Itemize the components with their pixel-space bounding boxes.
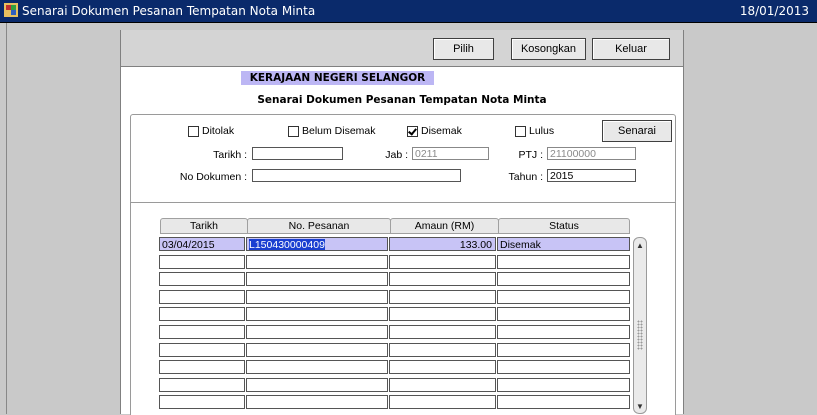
belum-disemak-checkbox-box[interactable] xyxy=(288,125,299,137)
cell-status[interactable]: Disemak xyxy=(497,237,630,251)
cell-no-pesanan[interactable] xyxy=(246,395,388,409)
cell-no-pesanan[interactable] xyxy=(246,255,388,269)
cell-tarikh[interactable] xyxy=(159,307,245,321)
organization-banner: KERAJAAN NEGERI SELANGOR xyxy=(241,71,434,85)
cell-no-pesanan[interactable] xyxy=(246,307,388,321)
tarikh-label: Tarikh : xyxy=(213,149,247,161)
column-header-status: Status xyxy=(498,218,630,234)
no-dokumen-label: No Dokumen : xyxy=(179,171,247,183)
belum-disemak-checkbox[interactable]: Belum Disemak xyxy=(288,125,376,137)
tarikh-field[interactable] xyxy=(252,147,343,160)
pilih-button[interactable]: Pilih xyxy=(433,38,494,60)
filter-panel: Ditolak Belum Disemak Disemak Lulus Sena… xyxy=(130,114,676,204)
cell-tarikh[interactable] xyxy=(159,343,245,357)
cell-tarikh[interactable] xyxy=(159,325,245,339)
title-bar: Senarai Dokumen Pesanan Tempatan Nota Mi… xyxy=(0,0,817,23)
ditolak-label: Ditolak xyxy=(202,125,235,137)
cell-status[interactable] xyxy=(497,255,630,269)
cell-no-pesanan[interactable]: L150430000409 xyxy=(246,237,388,251)
cell-no-pesanan[interactable] xyxy=(246,290,388,304)
cell-amaun[interactable] xyxy=(389,343,496,357)
cell-tarikh[interactable] xyxy=(159,290,245,304)
cell-no-pesanan[interactable] xyxy=(246,378,388,392)
lulus-label: Lulus xyxy=(529,125,555,137)
cell-amaun[interactable] xyxy=(389,360,496,374)
cell-status[interactable] xyxy=(497,378,630,392)
window-title: Senarai Dokumen Pesanan Tempatan Nota Mi… xyxy=(22,4,316,18)
lulus-checkbox[interactable]: Lulus xyxy=(515,125,554,137)
jab-field[interactable]: 0211 xyxy=(412,147,489,160)
left-frame xyxy=(0,23,7,414)
scroll-up-icon[interactable]: ▲ xyxy=(634,239,646,251)
scroll-down-icon[interactable]: ▼ xyxy=(634,400,646,412)
ditolak-checkbox-box[interactable] xyxy=(188,125,199,137)
cell-no-pesanan[interactable] xyxy=(246,272,388,286)
column-header-tarikh: Tarikh xyxy=(160,218,248,234)
cell-tarikh[interactable] xyxy=(159,378,245,392)
cell-status[interactable] xyxy=(497,360,630,374)
cell-status[interactable] xyxy=(497,290,630,304)
window-date: 18/01/2013 xyxy=(739,4,809,18)
senarai-button[interactable]: Senarai xyxy=(602,120,672,142)
ditolak-checkbox[interactable]: Ditolak xyxy=(188,125,234,137)
column-header-amaun: Amaun (RM) xyxy=(390,218,499,234)
cell-amaun[interactable] xyxy=(389,272,496,286)
cell-amaun[interactable]: 133.00 xyxy=(389,237,496,251)
main-panel: Pilih Kosongkan Keluar KERAJAAN NEGERI S… xyxy=(120,30,684,415)
cell-tarikh[interactable] xyxy=(159,360,245,374)
cell-amaun[interactable] xyxy=(389,290,496,304)
no-dokumen-field[interactable] xyxy=(252,169,461,182)
cell-tarikh[interactable] xyxy=(159,255,245,269)
scroll-grip-icon[interactable] xyxy=(637,320,643,350)
kosongkan-button[interactable]: Kosongkan xyxy=(511,38,586,60)
cell-status[interactable] xyxy=(497,325,630,339)
column-header-no-pesanan: No. Pesanan xyxy=(247,218,391,234)
cell-status[interactable] xyxy=(497,395,630,409)
page-title: Senarai Dokumen Pesanan Tempatan Nota Mi… xyxy=(257,94,547,106)
selected-text: L150430000409 xyxy=(249,239,325,251)
lulus-checkbox-box[interactable] xyxy=(515,125,526,137)
cell-tarikh[interactable] xyxy=(159,272,245,286)
disemak-checkbox-box[interactable] xyxy=(407,125,418,137)
belum-disemak-label: Belum Disemak xyxy=(302,125,376,137)
tahun-field[interactable]: 2015 xyxy=(547,169,636,182)
cell-tarikh[interactable] xyxy=(159,395,245,409)
app-window-icon[interactable] xyxy=(4,3,18,17)
cell-amaun[interactable] xyxy=(389,255,496,269)
cell-no-pesanan[interactable] xyxy=(246,343,388,357)
cell-status[interactable] xyxy=(497,307,630,321)
disemak-checkbox[interactable]: Disemak xyxy=(407,125,462,137)
cell-amaun[interactable] xyxy=(389,307,496,321)
ptj-field[interactable]: 21100000 xyxy=(547,147,636,160)
cell-tarikh[interactable]: 03/04/2015 xyxy=(159,237,245,251)
cell-no-pesanan[interactable] xyxy=(246,325,388,339)
cell-amaun[interactable] xyxy=(389,325,496,339)
keluar-button[interactable]: Keluar xyxy=(592,38,670,60)
jab-label: Jab : xyxy=(385,149,408,161)
tahun-label: Tahun : xyxy=(508,171,543,183)
cell-status[interactable] xyxy=(497,272,630,286)
cell-amaun[interactable] xyxy=(389,395,496,409)
toolbar: Pilih Kosongkan Keluar xyxy=(121,30,683,67)
table-scrollbar[interactable]: ▲ ▼ xyxy=(633,237,647,414)
ptj-label: PTJ : xyxy=(518,149,543,161)
disemak-label: Disemak xyxy=(421,125,462,137)
cell-amaun[interactable] xyxy=(389,378,496,392)
cell-status[interactable] xyxy=(497,343,630,357)
cell-no-pesanan[interactable] xyxy=(246,360,388,374)
